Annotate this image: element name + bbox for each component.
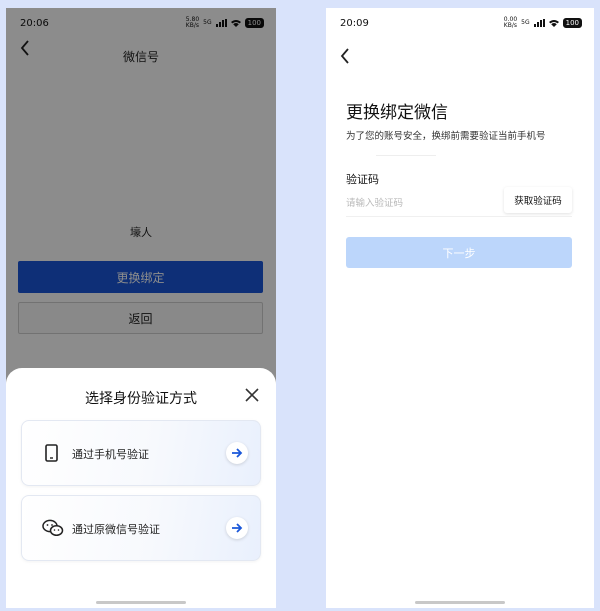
- divider: [376, 155, 436, 156]
- input-underline: [346, 216, 572, 217]
- back-icon[interactable]: [340, 48, 350, 69]
- wechat-icon: [42, 519, 64, 537]
- arrow-right-icon: [226, 517, 248, 539]
- verify-by-wechat-option[interactable]: 通过原微信号验证: [21, 495, 261, 561]
- net-speed-indicator: 0.00 KB/s: [503, 16, 518, 29]
- home-indicator: [415, 601, 505, 604]
- verification-code-input[interactable]: [346, 195, 496, 211]
- signal-icon: [533, 19, 545, 27]
- arrow-right-icon: [226, 442, 248, 464]
- close-icon[interactable]: [244, 388, 260, 404]
- verification-code-label: 验证码: [346, 173, 379, 186]
- sheet-title: 选择身份验证方式: [85, 391, 197, 407]
- right-status-bar: 20:09 0.00 KB/s 5G 100: [326, 8, 594, 38]
- page-title: 更换绑定微信: [346, 103, 448, 123]
- battery-icon: 100: [562, 18, 582, 28]
- home-indicator: [96, 601, 186, 604]
- get-code-button[interactable]: 获取验证码: [504, 187, 572, 213]
- left-phone-screen: 20:06 5.80 KB/s 5G 100 微信号 壕人 更换绑定 返回 选择…: [6, 8, 276, 608]
- status-time: 20:09: [340, 18, 369, 29]
- right-phone-screen: 20:09 0.00 KB/s 5G 100 更换绑定微信 为了您的账号安全，换…: [326, 8, 594, 608]
- verify-by-phone-option[interactable]: 通过手机号验证: [21, 420, 261, 486]
- phone-icon: [42, 444, 60, 462]
- page-subtitle: 为了您的账号安全，换绑前需要验证当前手机号: [346, 131, 546, 142]
- network-label: 5G: [521, 19, 530, 26]
- option-label: 通过手机号验证: [72, 448, 149, 461]
- wifi-icon: [548, 20, 559, 27]
- next-step-button[interactable]: 下一步: [346, 237, 572, 268]
- verification-method-sheet: 选择身份验证方式 通过手机号验证 通过原微信号验证: [6, 368, 276, 608]
- option-label: 通过原微信号验证: [72, 523, 160, 536]
